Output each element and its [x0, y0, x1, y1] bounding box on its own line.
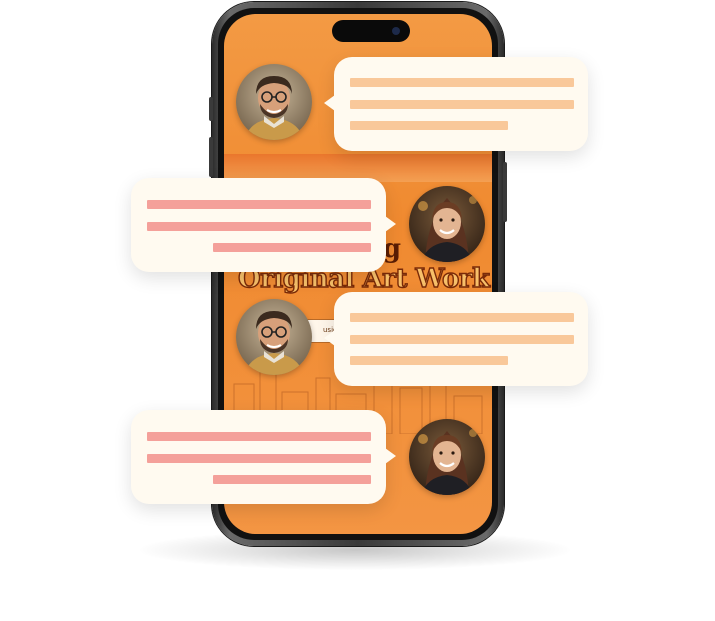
man-portrait-icon	[236, 64, 312, 140]
text-placeholder-line	[147, 432, 371, 441]
bubble-tail	[324, 330, 335, 346]
text-placeholder-line	[350, 78, 574, 87]
text-placeholder-line	[213, 475, 371, 484]
text-placeholder-line	[350, 100, 574, 109]
text-placeholder-line	[350, 356, 508, 365]
text-placeholder-line	[213, 243, 371, 252]
bubble-tail	[385, 216, 396, 232]
text-placeholder-line	[147, 222, 371, 231]
chat-bubble	[324, 57, 588, 151]
bubble-tail	[385, 448, 396, 464]
dynamic-island	[332, 20, 410, 42]
text-placeholder-line	[147, 200, 371, 209]
chat-bubble	[131, 410, 396, 504]
chat-bubble	[324, 292, 588, 386]
woman-portrait-icon	[409, 186, 485, 262]
text-placeholder-line	[350, 313, 574, 322]
phone-side-button	[209, 97, 213, 121]
text-placeholder-line	[350, 121, 508, 130]
phone-side-button	[503, 162, 507, 222]
man-avatar[interactable]	[236, 299, 312, 375]
phone-side-button	[209, 137, 213, 177]
bubble-tail	[324, 95, 335, 111]
text-placeholder-line	[147, 454, 371, 463]
woman-avatar[interactable]	[409, 186, 485, 262]
text-placeholder-line	[350, 335, 574, 344]
man-avatar[interactable]	[236, 64, 312, 140]
man-portrait-icon	[236, 299, 312, 375]
chat-bubble	[131, 178, 396, 272]
woman-portrait-icon	[409, 419, 485, 495]
woman-avatar[interactable]	[409, 419, 485, 495]
